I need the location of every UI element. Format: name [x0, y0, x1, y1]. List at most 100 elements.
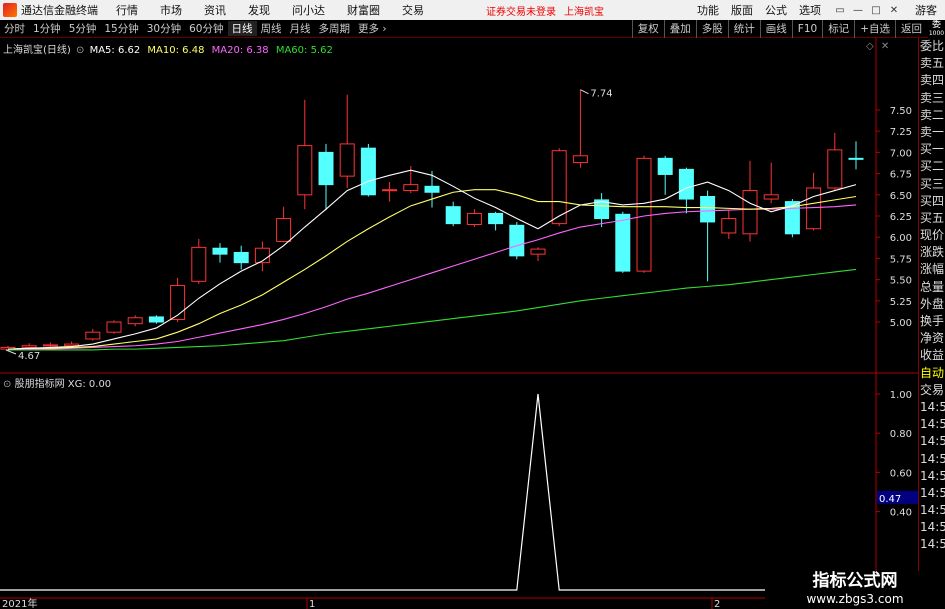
side-item[interactable]: 14:56	[919, 399, 945, 416]
candle-body-up	[530, 248, 546, 255]
add-watchlist-button[interactable]: +自选	[854, 20, 895, 38]
stats-button[interactable]: 统计	[727, 20, 760, 38]
minimize-icon[interactable]: —	[851, 3, 865, 17]
candle-body-down	[212, 247, 228, 255]
side-item[interactable]: 买二	[919, 158, 945, 175]
side-item[interactable]: 涨跌	[919, 244, 945, 261]
period-intraday[interactable]: 分时	[0, 21, 29, 36]
side-item[interactable]: 14:56	[919, 468, 945, 485]
side-item[interactable]: 14:56	[919, 536, 945, 553]
x-label-m1: 1	[309, 599, 315, 609]
sub-y-tick-label: 1.00	[890, 390, 912, 401]
side-item[interactable]: 14:56	[919, 519, 945, 536]
candle-body-down	[233, 251, 249, 264]
window-layout-icon[interactable]: ▭	[833, 3, 847, 17]
period-1min[interactable]: 1分钟	[29, 21, 65, 36]
candlestick-panel[interactable]: 7.50 7.25 7.00 6.75 6.50 6.25 6.00 5.75 5.50 5.25…	[0, 38, 918, 609]
side-item[interactable]: 卖三	[919, 90, 945, 107]
side-item[interactable]: 买三	[919, 176, 945, 193]
menu-wealth[interactable]: 财富圈	[347, 2, 380, 18]
side-item[interactable]: 外盘	[919, 296, 945, 313]
candle-body-up	[827, 149, 843, 189]
period-daily[interactable]: 日线	[227, 21, 257, 36]
side-item[interactable]: 净资	[919, 330, 945, 347]
side-item[interactable]: 收益	[919, 347, 945, 364]
menu-quotes[interactable]: 行情	[116, 2, 138, 18]
y-tick-label: 6.25	[890, 212, 912, 223]
menu-options[interactable]: 选项	[799, 2, 821, 18]
side-item[interactable]: 换手	[919, 313, 945, 330]
side-item[interactable]: 现价	[919, 227, 945, 244]
diamond-icon[interactable]: ◇	[866, 41, 874, 52]
period-monthly[interactable]: 月线	[286, 21, 315, 36]
side-item[interactable]: 买一	[919, 141, 945, 158]
period-weekly[interactable]: 周线	[257, 21, 286, 36]
ma10-label: MA10: 6.48	[147, 45, 205, 56]
y-tick-label: 6.75	[890, 170, 912, 181]
side-item[interactable]: 总量	[919, 279, 945, 296]
maximize-icon[interactable]: □	[869, 3, 883, 17]
menu-market[interactable]: 市场	[160, 2, 182, 18]
side-item[interactable]: 14:56	[919, 451, 945, 468]
side-item[interactable]: 涨幅	[919, 261, 945, 278]
indicator-settings-icon[interactable]: ⊙	[3, 379, 11, 390]
candle-body-up	[85, 331, 101, 340]
side-item[interactable]: 14:56	[919, 502, 945, 519]
current-value-label: 0.47	[879, 494, 901, 505]
period-more[interactable]: 更多 ›	[354, 21, 391, 36]
candle-body-up	[170, 285, 186, 320]
mark-button[interactable]: 标记	[822, 20, 854, 38]
side-item[interactable]: 卖一	[919, 124, 945, 141]
side-item[interactable]: 卖二	[919, 107, 945, 124]
adjust-button[interactable]: 复权	[631, 20, 664, 38]
period-15min[interactable]: 15分钟	[100, 21, 142, 36]
sub-y-tick-label: 0.80	[890, 429, 912, 440]
draw-line-button[interactable]: 画线	[759, 20, 792, 38]
side-item[interactable]: 14:56	[919, 433, 945, 450]
side-item[interactable]: 买四	[919, 193, 945, 210]
side-item[interactable]: 卖五	[919, 55, 945, 72]
candle-body-down	[318, 151, 334, 186]
guest-user[interactable]: 游客	[915, 2, 937, 18]
watermark-title: 指标公式网	[812, 571, 898, 591]
sub-legend: ⊙ 股朋指标网 XG: 0.00	[3, 375, 111, 390]
period-5min[interactable]: 5分钟	[65, 21, 101, 36]
candle-body-up	[42, 344, 58, 347]
menu-function[interactable]: 功能	[697, 2, 719, 18]
sub-y-tick-label: 0.60	[890, 468, 912, 479]
side-item[interactable]: 卖四	[919, 72, 945, 89]
side-item[interactable]: 自动	[919, 365, 945, 382]
settings-circle-icon[interactable]: ⊙	[76, 45, 84, 56]
panel-close-icon[interactable]: ✕	[881, 41, 889, 52]
y-tick-label: 5.50	[890, 276, 912, 287]
chart-area[interactable]: 7.50 7.25 7.00 6.75 6.50 6.25 6.00 5.75 5.50 5.25…	[0, 38, 918, 609]
multi-stock-button[interactable]: 多股	[695, 20, 728, 38]
f10-button[interactable]: F10	[791, 20, 822, 38]
period-toolbar: 分时 1分钟 5分钟 15分钟 30分钟 60分钟 日线 周线 月线 多周期 更…	[0, 20, 945, 38]
menu-trade[interactable]: 交易	[402, 2, 424, 18]
indicator-title: 股朋指标网 XG: 0.00	[14, 379, 112, 390]
overlay-button[interactable]: 叠加	[663, 20, 696, 38]
side-item[interactable]: 委比	[919, 38, 945, 55]
watermark: 指标公式网 www.zbgs3.com	[765, 571, 945, 609]
candle-body-up	[763, 194, 779, 200]
close-icon[interactable]: ✕	[887, 3, 901, 17]
back-button[interactable]: 返回	[895, 20, 927, 38]
side-item[interactable]: 买五	[919, 210, 945, 227]
candle-body-down	[148, 316, 164, 323]
high-marker-line	[580, 89, 589, 95]
menu-layout[interactable]: 版面	[731, 2, 753, 18]
period-multi[interactable]: 多周期	[315, 21, 355, 36]
menu-news[interactable]: 资讯	[204, 2, 226, 18]
candle-body-up	[127, 317, 143, 325]
side-item[interactable]: 交易	[919, 382, 945, 399]
side-item[interactable]: 14:56	[919, 416, 945, 433]
period-30min[interactable]: 30分钟	[143, 21, 185, 36]
login-warning[interactable]: 证券交易未登录	[486, 3, 556, 18]
candle-body-down	[615, 213, 631, 272]
menu-formula[interactable]: 公式	[765, 2, 787, 18]
period-60min[interactable]: 60分钟	[185, 21, 227, 36]
side-item[interactable]: 14:56	[919, 485, 945, 502]
menu-discover[interactable]: 发现	[248, 2, 270, 18]
menu-ask[interactable]: 问小达	[292, 2, 325, 18]
